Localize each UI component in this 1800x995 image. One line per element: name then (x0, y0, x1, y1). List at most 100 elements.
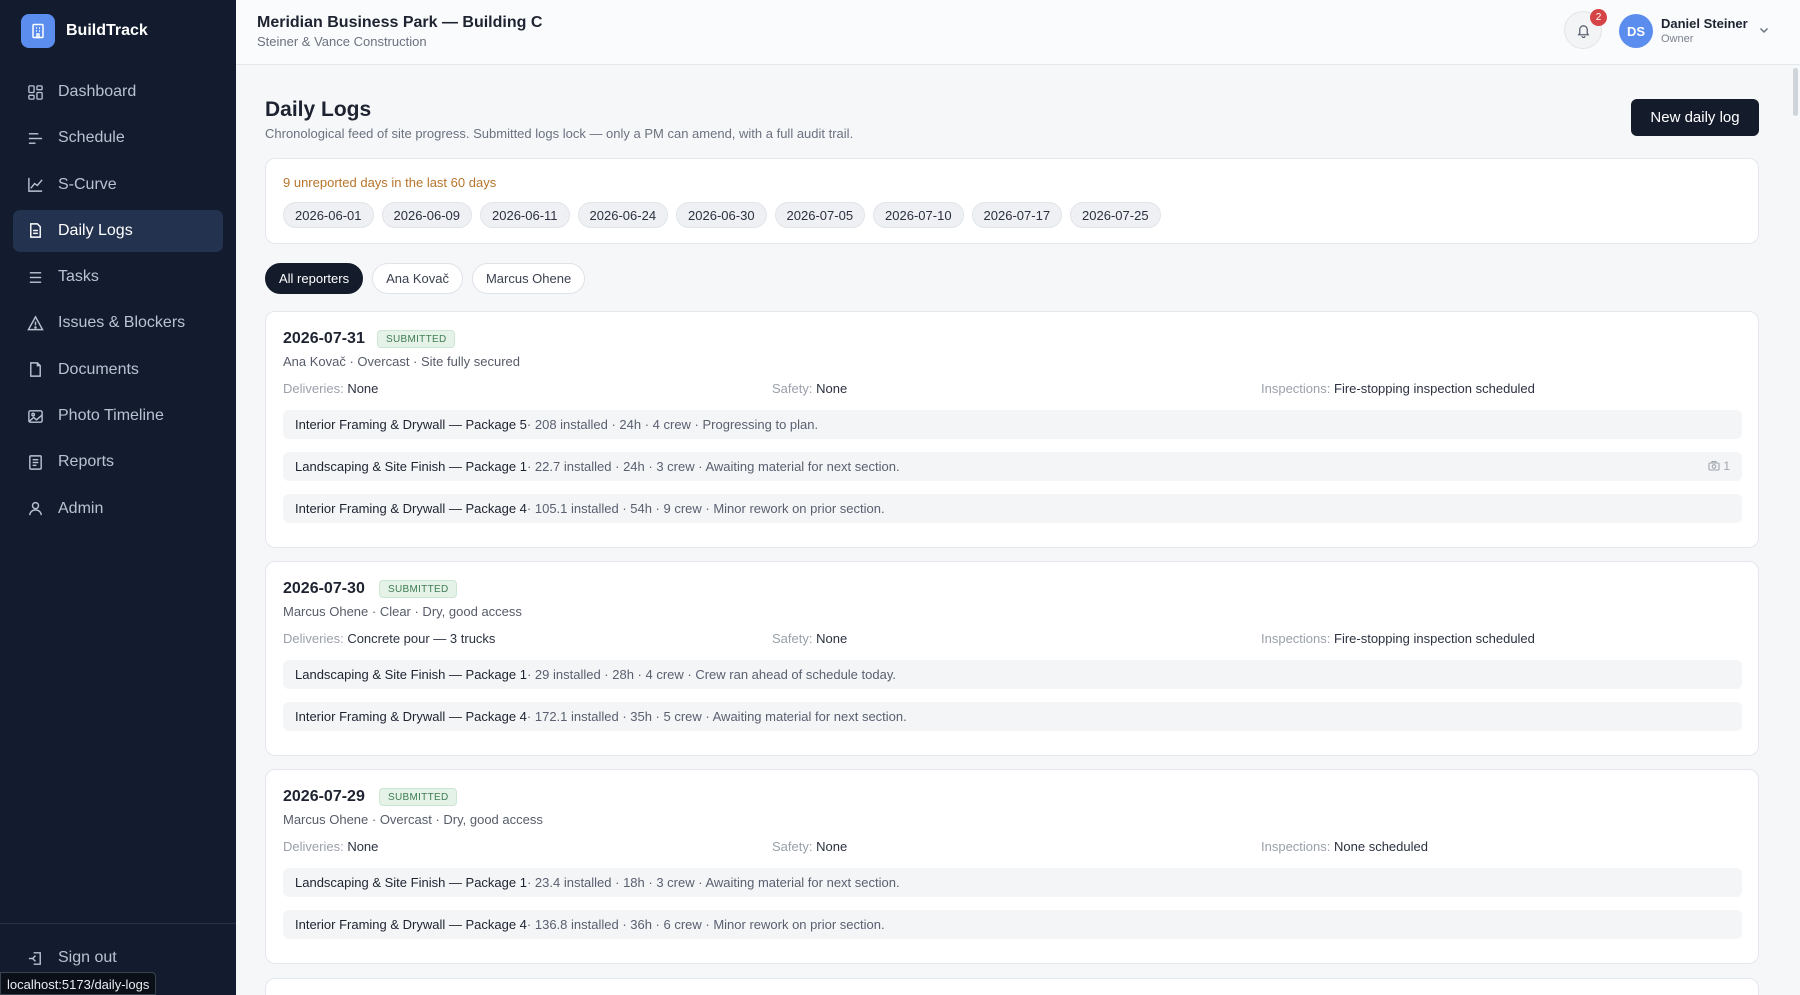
inspections-label: Inspections: (1261, 381, 1331, 396)
sidebar-item-documents[interactable]: Documents (13, 349, 223, 391)
deliveries-field: Deliveries: Concrete pour — 3 trucks (283, 631, 495, 646)
sidebar-item-issues-blockers[interactable]: Issues & Blockers (13, 302, 223, 344)
inspections-field: Inspections: None scheduled (1261, 839, 1428, 854)
sidebar-item-label: Schedule (58, 129, 125, 147)
deliveries-field: Deliveries: None (283, 381, 378, 396)
user-role: Owner (1661, 33, 1694, 45)
log-entry[interactable]: Landscaping & Site Finish — Package 1 · … (283, 452, 1742, 481)
inspections-value: Fire-stopping inspection scheduled (1334, 631, 1535, 646)
sidebar-item-schedule[interactable]: Schedule (13, 117, 223, 159)
log-card[interactable] (265, 978, 1759, 995)
entry-package: Landscaping & Site Finish — Package 1 (295, 459, 527, 474)
inspections-label: Inspections: (1261, 631, 1331, 646)
inspections-value: Fire-stopping inspection scheduled (1334, 381, 1535, 396)
brand[interactable]: BuildTrack (0, 0, 236, 62)
notification-count-badge: 2 (1590, 9, 1607, 26)
scrollbar[interactable] (1793, 68, 1798, 116)
status-badge: SUBMITTED (379, 580, 458, 598)
safety-field: Safety: None (772, 631, 847, 646)
project-title: Meridian Business Park — Building C (257, 14, 543, 31)
sidebar-item-label: Reports (58, 453, 115, 471)
chevron-down-icon[interactable] (1757, 23, 1771, 37)
log-card[interactable]: 2026-07-31 SUBMITTED Ana Kovač · Overcas… (265, 311, 1759, 548)
log-entry[interactable]: Interior Framing & Drywall — Package 4 ·… (283, 494, 1742, 523)
log-entry[interactable]: Landscaping & Site Finish — Package 1 · … (283, 868, 1742, 897)
inspections-field: Inspections: Fire-stopping inspection sc… (1261, 631, 1535, 646)
unreported-date-chip[interactable]: 2026-06-09 (381, 202, 472, 228)
unreported-days-label: 9 unreported days in the last 60 days (283, 175, 497, 190)
sidebar-item-label: Admin (58, 499, 104, 517)
unreported-date-chip[interactable]: 2026-06-11 (480, 202, 570, 228)
entry-package: Landscaping & Site Finish — Package 1 (295, 667, 527, 682)
unreported-date-chip[interactable]: 2026-06-24 (577, 202, 669, 228)
unreported-date-chip[interactable]: 2026-07-05 (774, 202, 866, 228)
page-description: Chronological feed of site progress. Sub… (265, 126, 854, 141)
notifications-button[interactable]: 2 (1564, 9, 1607, 49)
log-entry[interactable]: Interior Framing & Drywall — Package 4 ·… (283, 702, 1742, 731)
deliveries-label: Deliveries: (283, 631, 344, 646)
safety-value: None (816, 631, 848, 646)
sidebar-divider (0, 923, 236, 924)
main-content: Daily Logs Chronological feed of site pr… (236, 66, 1800, 995)
camera-icon (1708, 460, 1720, 471)
sidebar-item-label: Daily Logs (58, 221, 133, 239)
safety-label: Safety: (772, 631, 813, 646)
sidebar-item-admin[interactable]: Admin (13, 488, 223, 530)
entry-detail: · 29 installed · 28h · 4 crew · Crew ran… (526, 667, 896, 682)
sidebar-item-s-curve[interactable]: S-Curve (13, 164, 223, 206)
avatar[interactable]: DS (1619, 14, 1653, 48)
entry-detail: · 172.1 installed · 35h · 5 crew · Await… (526, 709, 907, 724)
log-entry[interactable]: Interior Framing & Drywall — Package 4 ·… (283, 910, 1742, 939)
sidebar-item-label: Dashboard (58, 83, 137, 100)
entry-package: Interior Framing & Drywall — Package 4 (295, 917, 527, 932)
safety-field: Safety: None (772, 381, 847, 396)
entry-detail: · 23.4 installed · 18h · 3 crew · Awaiti… (526, 875, 900, 890)
image-icon (26, 407, 44, 425)
sidebar-item-reports[interactable]: Reports (13, 441, 223, 483)
deliveries-value: Concrete pour — 3 trucks (347, 631, 496, 646)
sidebar-nav: Dashboard Schedule S-Curve Daily Logs Ta… (0, 71, 236, 530)
user-name[interactable]: Daniel Steiner (1661, 16, 1748, 31)
filter-ana-kovac[interactable]: Ana Kovač (372, 263, 463, 294)
unreported-date-list: 2026-06-01 2026-06-09 2026-06-11 2026-06… (283, 202, 1169, 228)
sidebar-item-tasks[interactable]: Tasks (13, 256, 223, 298)
unreported-date-chip[interactable]: 2026-07-17 (971, 202, 1063, 228)
log-date: 2026-07-29 (283, 788, 365, 805)
safety-label: Safety: (772, 381, 813, 396)
unreported-date-chip[interactable]: 2026-06-30 (676, 202, 767, 228)
log-meta: Marcus Ohene · Overcast · Dry, good acce… (283, 812, 543, 827)
photo-count[interactable]: 1 (1708, 459, 1730, 473)
building-icon (21, 14, 55, 48)
log-entry[interactable]: Landscaping & Site Finish — Package 1 · … (283, 660, 1742, 689)
sidebar-item-dashboard[interactable]: Dashboard (13, 71, 223, 113)
safety-value: None (816, 381, 848, 396)
filter-all-reporters[interactable]: All reporters (265, 263, 364, 294)
unreported-days-panel: 9 unreported days in the last 60 days 20… (265, 158, 1759, 244)
unreported-date-chip[interactable]: 2026-07-10 (873, 202, 964, 228)
company-name: Steiner & Vance Construction (257, 34, 427, 49)
sidebar-item-label: S-Curve (58, 175, 117, 193)
sidebar-item-photo-timeline[interactable]: Photo Timeline (13, 395, 223, 437)
user-icon (26, 500, 44, 518)
entry-package: Interior Framing & Drywall — Package 4 (295, 501, 527, 516)
entry-package: Interior Framing & Drywall — Package 4 (295, 709, 527, 724)
log-date: 2026-07-31 (283, 330, 365, 347)
filter-marcus-ohene[interactable]: Marcus Ohene (471, 263, 586, 294)
log-entry[interactable]: Interior Framing & Drywall — Package 5 ·… (283, 410, 1742, 439)
log-meta: Ana Kovač · Overcast · Site fully secure… (283, 354, 520, 369)
dashboard-icon (26, 83, 44, 101)
unreported-date-chip[interactable]: 2026-07-25 (1070, 202, 1161, 228)
inspections-field: Inspections: Fire-stopping inspection sc… (1261, 381, 1535, 396)
file-icon (26, 361, 44, 379)
sidebar-item-label: Documents (58, 360, 139, 378)
log-card[interactable]: 2026-07-29 SUBMITTED Marcus Ohene · Over… (265, 769, 1759, 964)
photo-count-value: 1 (1723, 459, 1730, 473)
log-card[interactable]: 2026-07-30 SUBMITTED Marcus Ohene · Clea… (265, 561, 1759, 756)
sidebar-item-label: Photo Timeline (58, 407, 164, 425)
sidebar: BuildTrack Dashboard Schedule S-Curve Da… (0, 0, 236, 995)
new-daily-log-button[interactable]: New daily log (1631, 99, 1759, 136)
log-meta: Marcus Ohene · Clear · Dry, good access (283, 604, 522, 619)
unreported-date-chip[interactable]: 2026-06-01 (283, 202, 374, 228)
top-bar: Meridian Business Park — Building C Stei… (236, 0, 1800, 65)
sidebar-item-daily-logs[interactable]: Daily Logs (13, 209, 223, 252)
